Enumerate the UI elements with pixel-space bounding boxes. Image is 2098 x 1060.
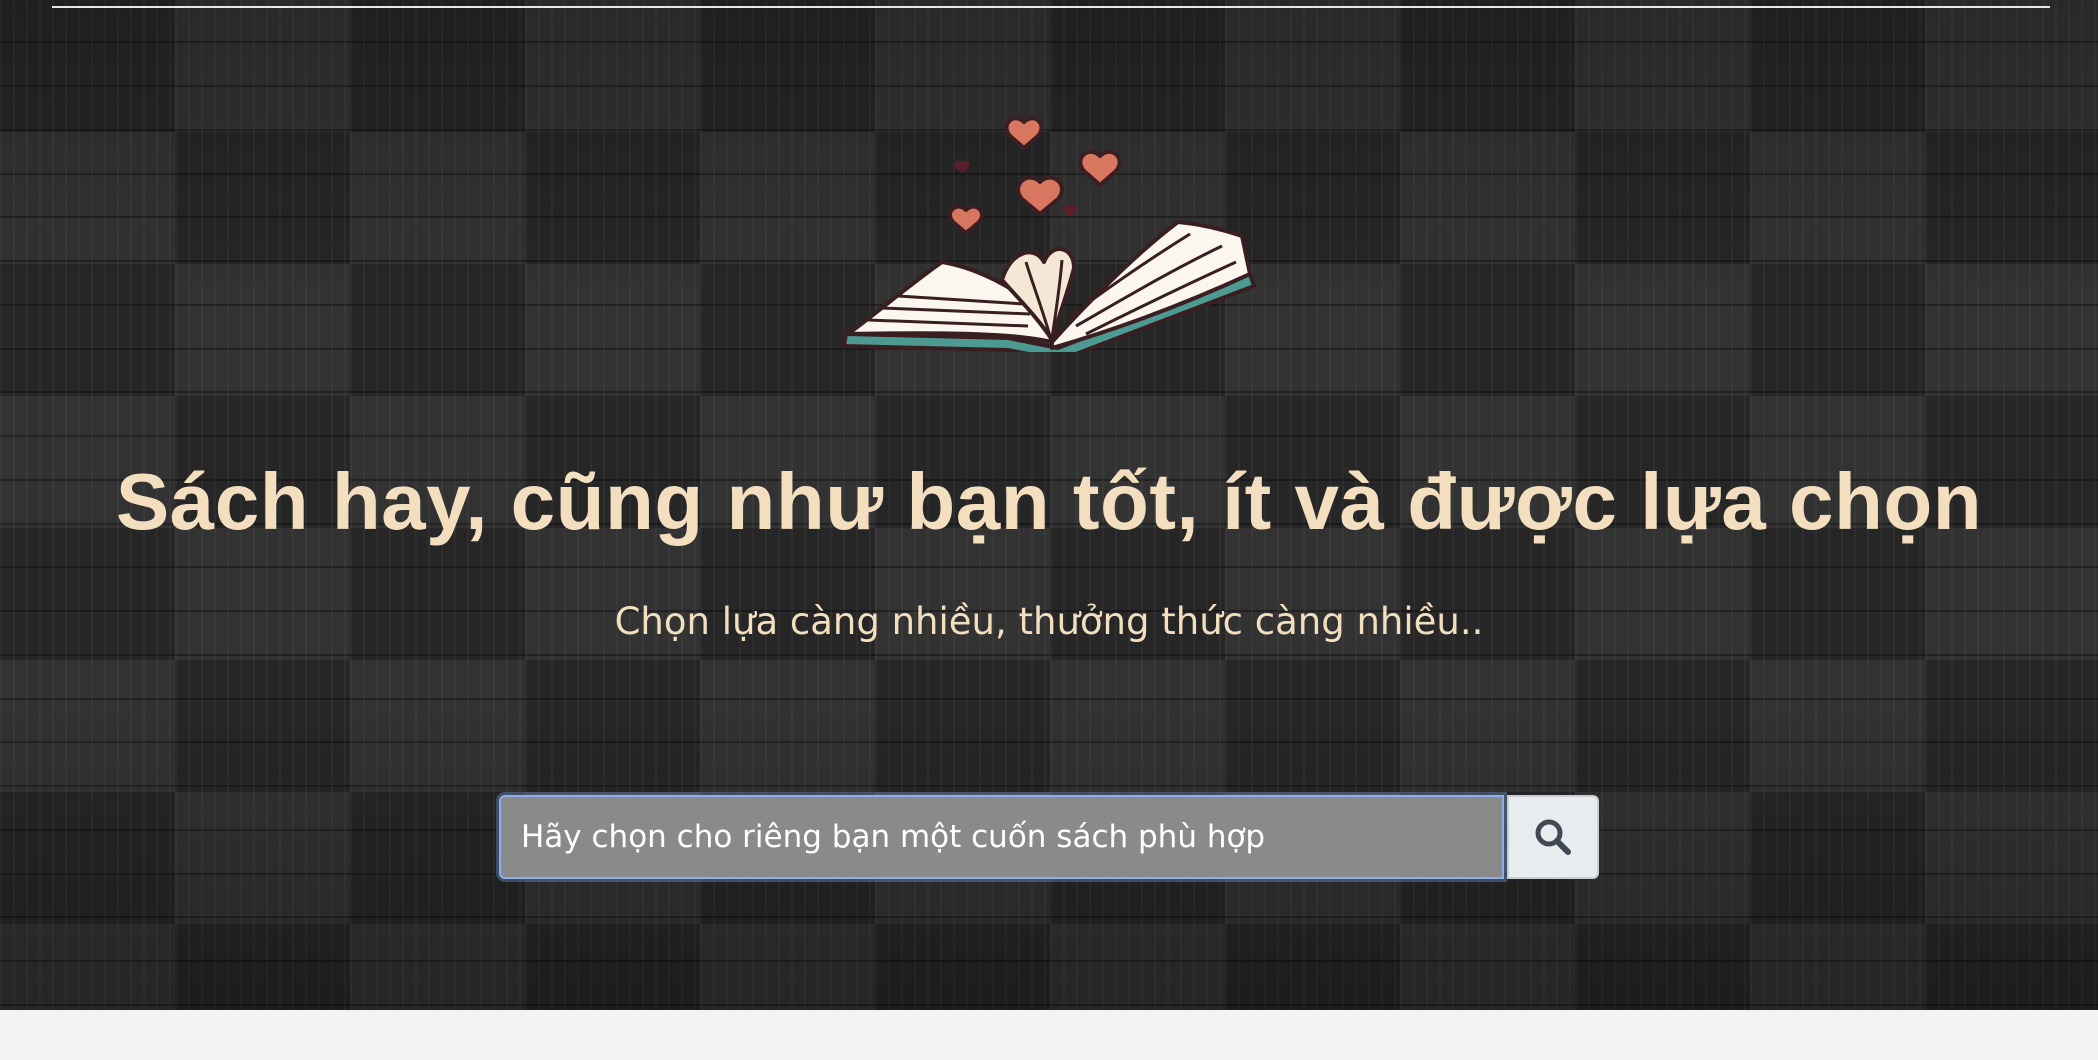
page-headline: Sách hay, cũng như bạn tốt, ít và được l… (115, 457, 1983, 546)
page-subheadline: Chọn lựa càng nhiều, thưởng thức càng nh… (614, 600, 1484, 643)
top-divider (52, 6, 2050, 8)
search-bar (499, 795, 1600, 879)
hero-banner: Sách hay, cũng như bạn tốt, ít và được l… (0, 0, 2098, 1010)
search-icon (1535, 819, 1571, 855)
search-input[interactable] (499, 795, 1504, 879)
search-button[interactable] (1507, 795, 1599, 879)
open-book-with-hearts-icon (842, 116, 1256, 352)
